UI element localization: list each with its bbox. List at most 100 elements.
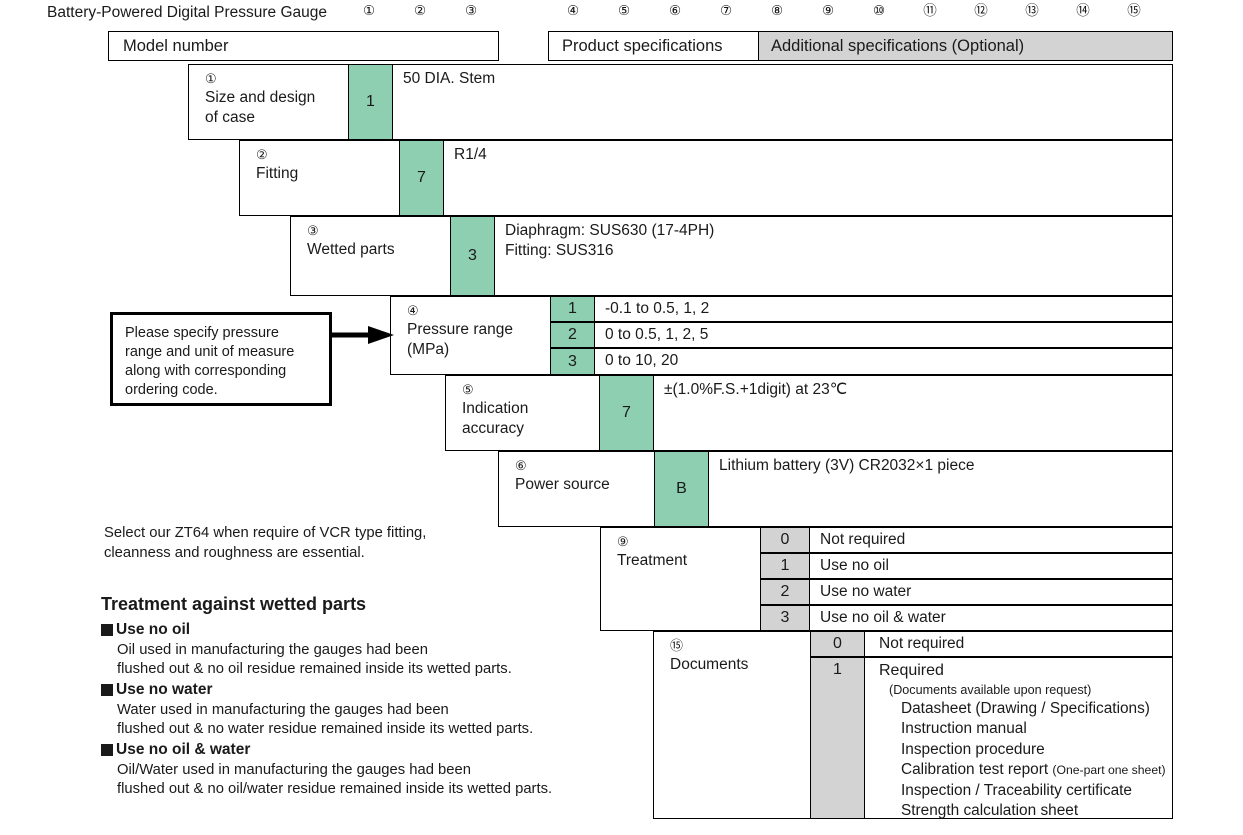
column-marker-12: ⑫: [974, 3, 988, 18]
pressure-range-callout: Please specify pressure range and unit o…: [110, 312, 332, 406]
spec-label-text: Indication accuracy: [462, 399, 529, 438]
treatment-item: Use no oil Oil used in manufacturing the…: [101, 620, 621, 680]
document-item-text: Calibration test report: [901, 761, 1049, 779]
column-marker-14: ⑭: [1076, 3, 1090, 18]
spec-marker: ⑥: [515, 458, 527, 473]
spec-label-cell: ⑮ Documents: [653, 631, 811, 819]
document-item-text: Inspection / Traceability certificate: [901, 781, 1132, 799]
spec-label-text: Size and design of case: [205, 88, 316, 127]
document-item-text: Instruction manual: [901, 720, 1027, 738]
spec-option: 3 Use no oil & water: [760, 605, 1173, 631]
spec-option: 1 Use no oil: [760, 553, 1173, 579]
treatment-definition-list: Use no oil Oil used in manufacturing the…: [101, 620, 621, 800]
document-item-text: Inspection procedure: [901, 740, 1045, 758]
spec-row-power-source: ⑥ Power source B Lithium battery (3V) CR…: [498, 451, 1173, 527]
treatment-description: Oil used in manufacturing the gauges had…: [117, 641, 512, 678]
spec-label-text: Fitting: [256, 164, 299, 182]
spec-label-cell: ⑨ Treatment: [600, 527, 761, 631]
treatment-term: Use no oil: [101, 620, 621, 641]
spec-desc-cell: Use no oil & water: [810, 605, 1173, 631]
spec-label-text: Documents: [670, 655, 749, 673]
spec-option: 1 Required (Documents available upon req…: [810, 657, 1173, 819]
spec-option: 3 0 to 10, 20: [550, 348, 1173, 375]
treatment-description: Oil/Water used in manufacturing the gaug…: [117, 761, 553, 798]
spec-label-cell: ① Size and design of case: [188, 64, 349, 140]
spec-code-cell[interactable]: 1: [760, 553, 810, 579]
spec-marker: ①: [205, 71, 217, 86]
spec-desc-cell: Lithium battery (3V) CR2032×1 piece: [709, 451, 1173, 527]
spec-code-cell[interactable]: 3: [760, 605, 810, 631]
spec-code-cell[interactable]: 7: [599, 375, 654, 451]
spec-code-cell[interactable]: 1: [550, 296, 595, 322]
spec-row-pressure-range: ④ Pressure range (MPa) 1 -0.1 to 0.5, 1,…: [390, 296, 1173, 375]
document-item: Strength calculation sheet: [879, 801, 1172, 821]
document-item-suffix: (One-part one sheet): [1052, 763, 1166, 778]
callout-arrow-icon: [332, 326, 394, 344]
column-marker-5: ⑤: [617, 3, 631, 18]
spec-desc-cell: 50 DIA. Stem: [393, 64, 1173, 140]
spec-code-cell[interactable]: 7: [399, 140, 444, 216]
treatment-section-heading: Treatment against wetted parts: [101, 594, 367, 614]
spec-desc-cell: R1/4: [444, 140, 1173, 216]
spec-desc-cell: ±(1.0%F.S.+1digit) at 23℃: [654, 375, 1173, 451]
spec-marker: ⑤: [462, 382, 474, 397]
spec-option: 2 0 to 0.5, 1, 2, 5: [550, 322, 1173, 348]
treatment-term: Use no oil & water: [101, 740, 621, 761]
spec-row-indication-accuracy: ⑤ Indication accuracy 7 ±(1.0%F.S.+1digi…: [445, 375, 1173, 451]
document-item: Datasheet (Drawing / Specifications): [879, 699, 1172, 719]
spec-label-text: Power source: [515, 475, 610, 493]
document-item-text: Strength calculation sheet: [901, 802, 1079, 820]
spec-label-cell: ⑥ Power source: [498, 451, 655, 527]
treatment-term-text: Use no oil: [116, 621, 191, 638]
spec-option: 2 Use no water: [760, 579, 1173, 605]
spec-code-cell[interactable]: 0: [810, 631, 865, 657]
spec-row-fitting: ② Fitting 7 R1/4: [239, 140, 1173, 216]
spec-label-cell: ② Fitting: [239, 140, 400, 216]
treatment-term-text: Use no water: [116, 680, 213, 698]
column-marker-4: ④: [566, 3, 580, 18]
spec-code-cell[interactable]: 0: [760, 527, 810, 553]
spec-row-documents: ⑮ Documents 0 Not required 1 Required (D…: [653, 631, 1173, 819]
spec-row-size-and-design: ① Size and design of case 1 50 DIA. Stem: [188, 64, 1173, 140]
treatment-term: Use no water: [101, 680, 621, 701]
spec-label-cell: ⑤ Indication accuracy: [445, 375, 600, 451]
spec-desc-cell: Use no oil: [810, 553, 1173, 579]
spec-code-cell[interactable]: 2: [550, 322, 595, 348]
treatment-item: Use no oil & water Oil/Water used in man…: [101, 740, 621, 800]
spec-desc-cell: Not required: [810, 527, 1173, 553]
spec-row-treatment: ⑨ Treatment 0 Not required 1 Use no oil …: [600, 527, 1173, 631]
additional-specifications-header: Additional specifications (Optional): [758, 31, 1173, 61]
column-marker-8: ⑧: [770, 3, 784, 18]
spec-marker: ⑨: [617, 534, 629, 549]
documents-required-title: Required: [879, 662, 944, 679]
treatment-description: Water used in manufacturing the gauges h…: [117, 701, 534, 738]
model-number-header: Model number: [108, 31, 499, 61]
spec-marker: ③: [307, 223, 319, 238]
column-marker-9: ⑨: [821, 3, 835, 18]
spec-code-cell[interactable]: 1: [348, 64, 393, 140]
column-marker-13: ⑬: [1025, 3, 1039, 18]
spec-code-cell[interactable]: 1: [810, 657, 865, 819]
column-marker-7: ⑦: [719, 3, 733, 18]
spec-option: 1 -0.1 to 0.5, 1, 2: [550, 296, 1173, 322]
spec-code-cell[interactable]: B: [654, 451, 709, 527]
spec-marker: ⑮: [670, 638, 684, 653]
document-item-text: Datasheet (Drawing / Specifications): [901, 699, 1150, 717]
document-item: Inspection procedure: [879, 740, 1172, 760]
spec-desc-cell: Diaphragm: SUS630 (17-4PH) Fitting: SUS3…: [495, 216, 1173, 296]
spec-code-cell[interactable]: 3: [450, 216, 495, 296]
column-marker-11: ⑪: [923, 3, 937, 18]
document-item: Calibration test report (One-part one sh…: [879, 760, 1172, 780]
spec-label-cell: ③ Wetted parts: [290, 216, 451, 296]
column-marker-6: ⑥: [668, 3, 682, 18]
spec-marker: ④: [407, 303, 419, 318]
spec-option: B Lithium battery (3V) CR2032×1 piece: [654, 451, 1173, 527]
spec-label-text: Treatment: [617, 551, 688, 569]
spec-code-cell[interactable]: 3: [550, 348, 595, 375]
spec-label-text: Wetted parts: [307, 240, 395, 258]
spec-desc-cell: Not required: [865, 631, 1173, 657]
column-marker-2: ②: [413, 3, 427, 18]
spec-desc-cell: Use no water: [810, 579, 1173, 605]
bullet-square-icon: [101, 624, 113, 637]
spec-code-cell[interactable]: 2: [760, 579, 810, 605]
